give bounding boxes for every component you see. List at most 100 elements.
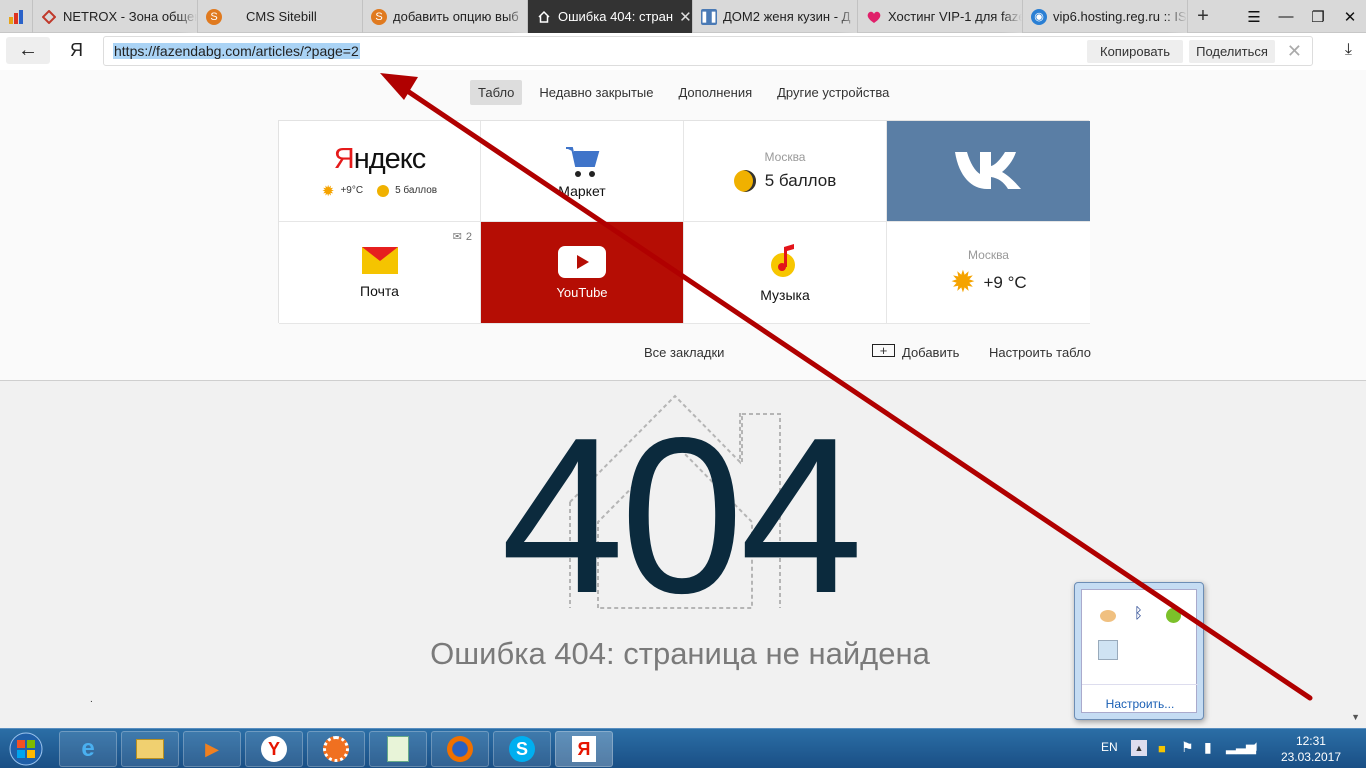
- tray-tool-icon[interactable]: [1098, 640, 1118, 660]
- tab-label: CMS Sitebill: [246, 9, 317, 24]
- taskbar-reel[interactable]: [307, 731, 365, 767]
- tab-addons[interactable]: Дополнения: [670, 80, 760, 105]
- tab-reg-ru[interactable]: ◉ vip6.hosting.reg.ru :: IS: [1023, 0, 1188, 33]
- tab-error-404[interactable]: Ошибка 404: стран ✕: [528, 0, 693, 33]
- new-tab-button[interactable]: +: [1188, 0, 1218, 33]
- mail-label: Почта: [360, 282, 399, 299]
- speed-dial-panel: Табло Недавно закрытые Дополнения Другие…: [0, 70, 1366, 381]
- tray-overflow-popup: ᛒ Настроить...: [1074, 582, 1204, 720]
- arrow-left-icon: ←: [18, 39, 38, 61]
- yandex-wordmark: Яндекс: [333, 142, 427, 175]
- cart-icon: [562, 144, 602, 183]
- bluetooth-icon[interactable]: ᛒ: [1134, 605, 1143, 622]
- menu-icon[interactable]: ☰: [1241, 8, 1267, 26]
- tab-label: Ошибка 404: стран: [558, 9, 674, 24]
- youtube-label: YouTube: [556, 284, 608, 300]
- yandex-temp: +9°C: [340, 185, 364, 196]
- scroll-down-icon[interactable]: ▼: [1351, 712, 1360, 722]
- globe-icon: ◉: [1031, 8, 1047, 25]
- tray-app-icon[interactable]: ■: [1158, 741, 1166, 756]
- yandex-browser-icon: Y: [261, 736, 287, 762]
- taskbar-yandex[interactable]: Y: [245, 731, 303, 767]
- url-field[interactable]: https://fazendabg.com/articles/?page=2 К…: [103, 36, 1313, 66]
- tray-app-icon[interactable]: [1100, 610, 1116, 622]
- taskbar-media[interactable]: ▶: [183, 731, 241, 767]
- tab-label: ДОМ2 женя кузин - Д: [723, 9, 851, 24]
- yandex-widgets: ✹ +9°C 5 баллов: [322, 182, 437, 200]
- traffic-light-icon: [377, 184, 390, 197]
- yandex-flag-icon: Я: [572, 736, 596, 762]
- tile-youtube[interactable]: YouTube: [481, 222, 684, 324]
- copy-button[interactable]: Копировать: [1087, 40, 1183, 63]
- taskbar-skype[interactable]: S: [493, 731, 551, 767]
- tab-yandex-bars[interactable]: [0, 0, 33, 33]
- sun-icon: ✹: [950, 265, 976, 299]
- taskbar-ie[interactable]: e: [59, 731, 117, 767]
- tab-recently-closed[interactable]: Недавно закрытые: [531, 80, 661, 105]
- tab-tablo[interactable]: Табло: [470, 80, 523, 105]
- add-tile-button[interactable]: + Добавить: [872, 344, 959, 360]
- show-hidden-icons-button[interactable]: ▲: [1131, 740, 1147, 756]
- tile-weather[interactable]: Москва ✹ +9 °C: [887, 222, 1090, 324]
- youtube-play-icon: [558, 245, 606, 281]
- window-controls: ☰ — ❐ ✕: [1238, 0, 1366, 33]
- download-icon[interactable]: ⤓: [1345, 41, 1352, 59]
- traffic-light-icon: [733, 170, 756, 192]
- taskbar-firefox[interactable]: [431, 731, 489, 767]
- minimize-icon[interactable]: —: [1273, 8, 1299, 25]
- restore-icon[interactable]: ❐: [1305, 8, 1331, 26]
- tile-mail[interactable]: ✉ 2 Почта: [279, 222, 481, 324]
- tab-netrox[interactable]: NETROX - Зона общен: [33, 0, 198, 33]
- tab-dom2[interactable]: ❚❚ ДОМ2 женя кузин - Д: [693, 0, 858, 33]
- weather-city: Москва: [968, 247, 1009, 262]
- language-indicator[interactable]: EN: [1101, 740, 1118, 754]
- clock[interactable]: 12:31 23.03.2017: [1281, 733, 1341, 765]
- mail-envelope-icon: [361, 246, 398, 277]
- flag-icon[interactable]: ⚑: [1181, 739, 1194, 756]
- heart-icon: [866, 9, 882, 25]
- taskbar-notepad[interactable]: [369, 731, 427, 767]
- pause-icon: ❚❚: [700, 8, 718, 25]
- volume-icon[interactable]: 🔈︎: [1252, 738, 1261, 755]
- yandex-traffic: 5 баллов: [395, 185, 438, 196]
- back-button[interactable]: ←: [6, 37, 50, 64]
- taskbar-yandex-active[interactable]: Я: [555, 731, 613, 767]
- envelope-icon: ✉: [452, 231, 462, 243]
- tray-check-icon[interactable]: [1166, 608, 1181, 623]
- start-button[interactable]: [4, 731, 48, 767]
- mail-counter: ✉ 2: [452, 230, 472, 244]
- tile-yandex[interactable]: Яндекс ✹ +9°C 5 баллов: [279, 121, 481, 222]
- tile-music[interactable]: Музыка: [684, 222, 887, 324]
- sitebill-icon: S: [206, 8, 222, 25]
- address-bar-row: ← Я https://fazendabg.com/articles/?page…: [0, 33, 1366, 70]
- clear-icon[interactable]: ✕: [1287, 41, 1302, 62]
- music-label: Музыка: [760, 287, 810, 303]
- tray-popup-body: ᛒ Настроить...: [1081, 589, 1198, 713]
- customize-tablo-link[interactable]: Настроить табло: [989, 345, 1091, 360]
- battery-icon[interactable]: ▮: [1204, 739, 1212, 756]
- market-label: Маркет: [558, 182, 606, 199]
- tile-vk[interactable]: [887, 121, 1090, 222]
- error-message: Ошибка 404: страница не найдена: [430, 636, 930, 671]
- media-player-icon: ▶: [205, 738, 219, 759]
- tab-other-devices[interactable]: Другие устройства: [769, 80, 897, 105]
- film-reel-icon: [323, 736, 349, 762]
- close-window-icon[interactable]: ✕: [1337, 8, 1363, 26]
- tab-label: добавить опцию выб: [393, 9, 519, 24]
- tab-cms-sitebill[interactable]: S CMS Sitebill: [198, 0, 363, 33]
- url-text[interactable]: https://fazendabg.com/articles/?page=2: [113, 43, 360, 59]
- all-bookmarks-link[interactable]: Все закладки: [644, 345, 724, 360]
- music-note-icon: [770, 242, 800, 281]
- stray-dot: .: [90, 694, 93, 705]
- sitebill-icon: S: [371, 8, 387, 25]
- yandex-logo[interactable]: Я: [70, 40, 83, 61]
- close-icon[interactable]: ✕: [679, 8, 692, 26]
- error-code: 404: [500, 392, 863, 640]
- taskbar-explorer[interactable]: [121, 731, 179, 767]
- tile-traffic[interactable]: Москва 5 баллов: [684, 121, 887, 222]
- share-button[interactable]: Поделиться: [1189, 40, 1275, 63]
- tab-hosting-vip[interactable]: Хостинг VIP-1 для faze: [858, 0, 1023, 33]
- tile-market[interactable]: Маркет: [481, 121, 684, 222]
- tab-add-option[interactable]: S добавить опцию выб: [363, 0, 528, 33]
- customize-tray-link[interactable]: Настроить...: [1082, 684, 1198, 711]
